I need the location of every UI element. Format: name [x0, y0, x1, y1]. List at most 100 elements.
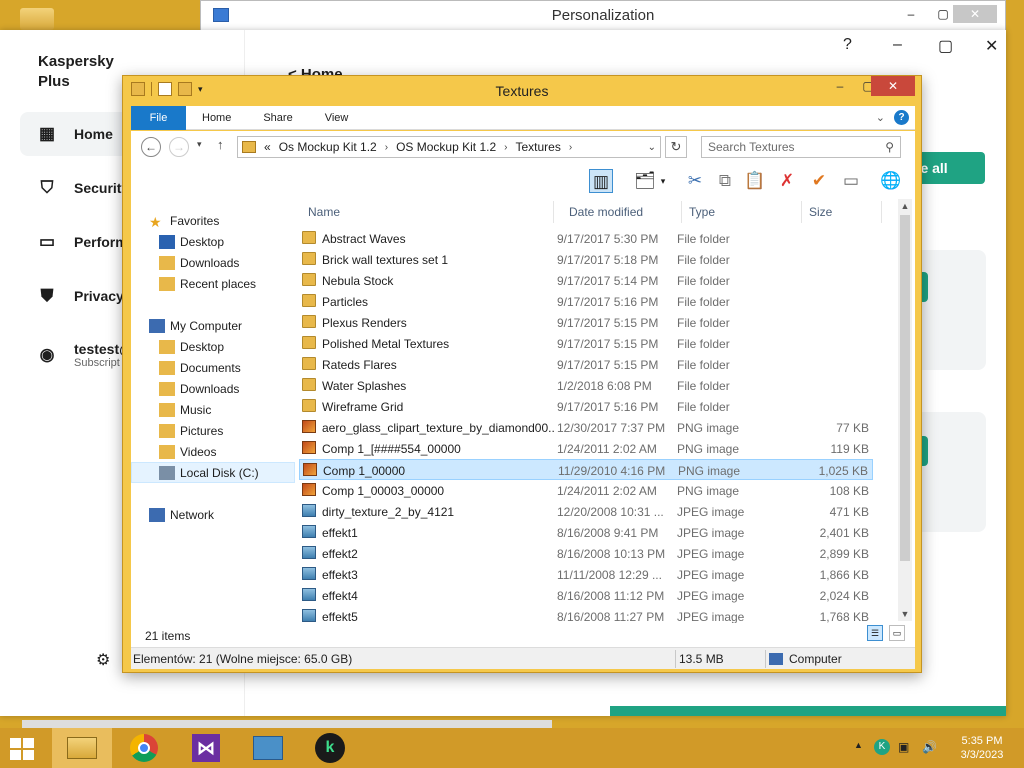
table-row[interactable]: Comp 1_[####554_00000 1/24/2011 2:02 AM PN…	[299, 438, 873, 459]
explorer-title: Textures	[495, 83, 549, 99]
gear-icon[interactable]: ⚙	[96, 650, 110, 670]
table-row[interactable]: Nebula Stock 9/17/2017 5:14 PM File folder	[299, 270, 873, 291]
file-type: File folder	[677, 253, 730, 267]
tab-file[interactable]: File	[131, 105, 186, 130]
minimize-button[interactable]: –	[897, 5, 925, 23]
tree-network[interactable]: Network	[131, 504, 295, 525]
tab-home[interactable]: Home	[186, 106, 247, 130]
rename-icon[interactable]: ▭	[839, 169, 863, 193]
explorer-close-button[interactable]: ✕	[871, 76, 915, 96]
kaspersky-minimize-button[interactable]: –	[893, 36, 902, 54]
tab-view[interactable]: View	[309, 106, 365, 130]
column-type[interactable]: Type	[689, 205, 715, 219]
kaspersky-maximize-button[interactable]: ▢	[938, 36, 953, 56]
chrome-icon[interactable]	[114, 728, 174, 768]
refresh-button[interactable]: ↻	[665, 136, 687, 158]
clock[interactable]: 5:35 PM 3/3/2023	[952, 734, 1012, 762]
tree-documents[interactable]: Documents	[131, 357, 295, 378]
scroll-thumb[interactable]	[900, 215, 910, 561]
file-date: 11/11/2008 12:29 ...	[557, 568, 662, 582]
volume-icon[interactable]: 🔊	[922, 740, 937, 754]
kaspersky-icon[interactable]: k	[300, 728, 360, 768]
table-row[interactable]: effekt1 8/16/2008 9:41 PM JPEG image 2,401 …	[299, 522, 873, 543]
explorer-minimize-button[interactable]: –	[825, 76, 855, 96]
tree-favorites[interactable]: ★ Favorites	[131, 210, 295, 231]
file-type: File folder	[677, 337, 730, 351]
tree-videos[interactable]: Videos	[131, 441, 295, 462]
table-row[interactable]: aero_glass_clipart_texture_by_diamond00.…	[299, 417, 873, 438]
up-button[interactable]: ↑	[217, 137, 224, 152]
table-row[interactable]: Particles 9/17/2017 5:16 PM File folder	[299, 291, 873, 312]
table-row[interactable]: Comp 1_00003_00000 1/24/2011 2:02 AM PNG i…	[299, 480, 873, 501]
delete-icon[interactable]: ✗	[775, 169, 799, 193]
visual-studio-icon[interactable]: ⋈	[176, 728, 236, 768]
table-row[interactable]: effekt2 8/16/2008 10:13 PM JPEG image 2,899…	[299, 543, 873, 564]
forward-button[interactable]: →	[169, 137, 189, 157]
expand-ribbon-icon[interactable]: ⌄	[876, 111, 885, 124]
tree-desktop[interactable]: Desktop	[131, 231, 295, 252]
column-size[interactable]: Size	[809, 205, 832, 219]
large-icons-view-icon[interactable]: ▭	[889, 625, 905, 641]
start-button[interactable]	[10, 738, 34, 760]
properties-icon[interactable]: 🗂	[633, 169, 657, 193]
nav-home-label: Home	[74, 126, 113, 142]
tree-downloads[interactable]: Downloads	[131, 252, 295, 273]
tree-downloads[interactable]: Downloads	[131, 378, 295, 399]
file-explorer-icon[interactable]	[52, 728, 112, 768]
chevron-down-icon[interactable]: ⌄	[648, 142, 656, 153]
recycle-bin-icon[interactable]	[20, 8, 54, 30]
breadcrumb[interactable]: OS Mockup Kit 1.2	[396, 140, 496, 154]
table-row[interactable]: dirty_texture_2_by_4121 12/20/2008 10:31 …	[299, 501, 873, 522]
control-panel-icon[interactable]	[238, 728, 298, 768]
table-row[interactable]: Rateds Flares 9/17/2017 5:15 PM File folde…	[299, 354, 873, 375]
back-button[interactable]: ←	[141, 137, 161, 157]
table-row[interactable]: Polished Metal Textures 9/17/2017 5:15 PM…	[299, 333, 873, 354]
horizontal-scrollbar[interactable]	[22, 720, 552, 728]
select-icon[interactable]: ✔	[807, 169, 831, 193]
table-row[interactable]: Comp 1_00000 11/29/2010 4:16 PM PNG image 1…	[299, 459, 873, 480]
tree-recent-places[interactable]: Recent places	[131, 273, 295, 294]
navigation-pane: ★ Favorites Desktop Downloads Recent pla…	[131, 197, 295, 649]
table-row[interactable]: effekt3 11/11/2008 12:29 ... JPEG image 1,8…	[299, 564, 873, 585]
preview-pane-icon[interactable]: ▥	[589, 169, 613, 193]
chevron-down-icon[interactable]: ▾	[657, 169, 669, 193]
help-icon[interactable]: ?	[894, 110, 909, 125]
search-input[interactable]: Search Textures ⚲	[701, 136, 901, 158]
address-bar[interactable]: « Os Mockup Kit 1.2 › OS Mockup Kit 1.2 …	[237, 136, 661, 158]
breadcrumb-overflow[interactable]: «	[264, 140, 271, 154]
kaspersky-tray-icon[interactable]: K	[874, 739, 890, 755]
recent-locations-icon[interactable]: ▾	[197, 139, 202, 150]
tree-my-computer[interactable]: My Computer	[131, 315, 295, 336]
tree-music[interactable]: Music	[131, 399, 295, 420]
vertical-scrollbar[interactable]: ▲ ▼	[898, 199, 912, 621]
file-type: File folder	[677, 274, 730, 288]
copy-icon[interactable]: ⧉	[713, 169, 737, 193]
tree-desktop[interactable]: Desktop	[131, 336, 295, 357]
column-date-modified[interactable]: Date modified	[569, 205, 643, 219]
table-row[interactable]: Abstract Waves 9/17/2017 5:30 PM File fold…	[299, 228, 873, 249]
cut-icon[interactable]: ✂	[683, 169, 707, 193]
scroll-down-icon[interactable]: ▼	[898, 609, 912, 619]
table-row[interactable]: Wireframe Grid 9/17/2017 5:16 PM File fold…	[299, 396, 873, 417]
tab-share[interactable]: Share	[247, 106, 308, 130]
network-tray-icon[interactable]: ▣	[898, 740, 909, 754]
close-button[interactable]: ✕	[953, 5, 997, 23]
column-name[interactable]: Name	[308, 205, 340, 219]
details-view-icon[interactable]: ☰	[867, 625, 883, 641]
table-row[interactable]: Brick wall textures set 1 9/17/2017 5:18 …	[299, 249, 873, 270]
breadcrumb[interactable]: Os Mockup Kit 1.2	[279, 140, 377, 154]
scroll-up-icon[interactable]: ▲	[898, 201, 912, 211]
kaspersky-close-button[interactable]: ✕	[985, 36, 998, 56]
table-row[interactable]: Plexus Renders 9/17/2017 5:15 PM File fold…	[299, 312, 873, 333]
table-row[interactable]: Water Splashes 1/2/2018 6:08 PM File folde…	[299, 375, 873, 396]
desktop-icon	[159, 339, 175, 354]
show-hidden-icons-icon[interactable]: ▲	[854, 740, 863, 750]
tree-pictures[interactable]: Pictures	[131, 420, 295, 441]
breadcrumb[interactable]: Textures	[515, 140, 560, 154]
tree-local-disk[interactable]: Local Disk (C:)	[131, 462, 295, 483]
paste-icon[interactable]: 📋	[743, 169, 767, 193]
help-button[interactable]: ?	[843, 36, 852, 54]
globe-icon[interactable]: 🌐	[879, 169, 903, 193]
table-row[interactable]: effekt4 8/16/2008 11:12 PM JPEG image 2,024…	[299, 585, 873, 606]
file-size: 1,025 KB	[818, 464, 868, 478]
